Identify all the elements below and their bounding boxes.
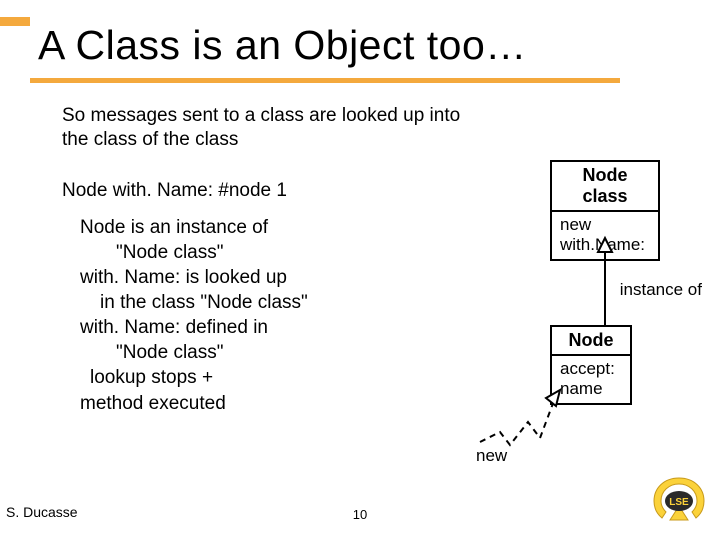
detail-line: Node is an instance of [80,215,420,240]
instanceof-label: instance of [620,280,702,300]
detail-line: with. Name: defined in [80,315,420,340]
accent-bar [0,17,30,26]
code-example: Node with. Name: #node 1 [62,180,287,202]
new-label: new [476,446,507,466]
arrowhead-icon [546,390,560,406]
intro-text: So messages sent to a class are looked u… [62,104,482,152]
details-block: Node is an instance of "Node class" with… [80,215,420,416]
title-underline [30,78,620,83]
detail-line: lookup stops + [80,365,420,390]
diagram: Node class new with.Name: Node accept: n… [460,160,700,460]
lse-logo-icon: LSE [652,476,706,526]
slide: A Class is an Object too… So messages se… [0,0,720,540]
detail-line: "Node class" [80,340,420,365]
logo-text: LSE [669,497,689,508]
detail-line: in the class "Node class" [80,290,420,315]
new-message-arrow-icon [480,398,555,445]
detail-line: method executed [80,391,420,416]
footer-author: S. Ducasse [6,504,78,520]
detail-line: "Node class" [80,240,420,265]
diagram-svg [460,160,700,460]
footer-page-number: 10 [353,507,367,522]
arrowhead-icon [598,238,612,252]
detail-line: with. Name: is looked up [80,265,420,290]
page-title: A Class is an Object too… [38,22,527,69]
